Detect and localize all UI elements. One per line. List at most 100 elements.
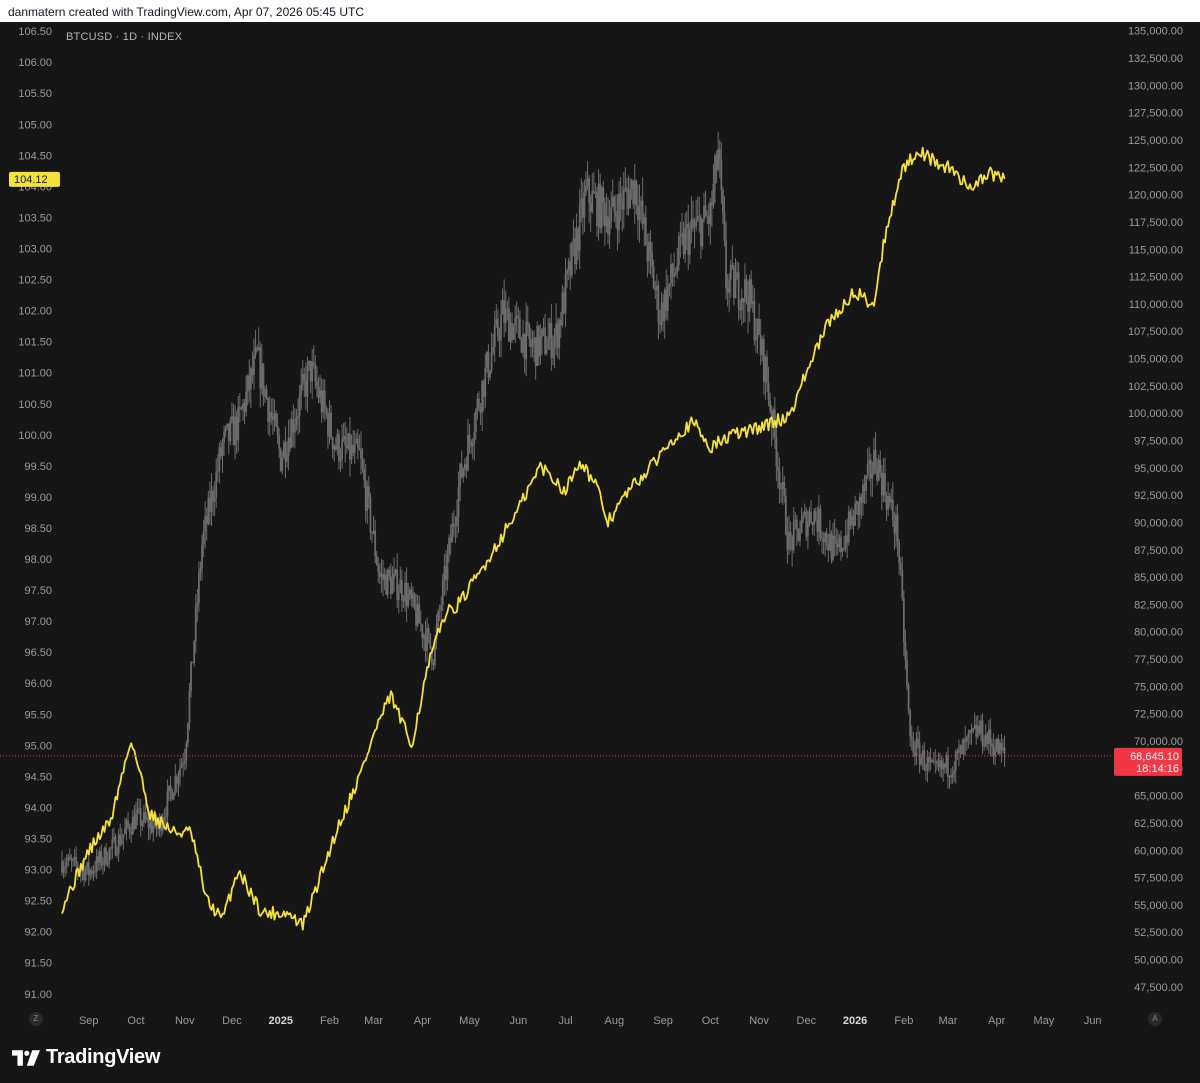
candle-body bbox=[429, 632, 432, 648]
candle-body bbox=[290, 419, 293, 448]
candle-body bbox=[734, 278, 737, 298]
candle-body bbox=[168, 785, 170, 792]
candle-body bbox=[83, 868, 85, 881]
candle-body bbox=[553, 336, 556, 349]
candle-body bbox=[835, 539, 838, 544]
candle-body bbox=[791, 537, 794, 550]
left-tick-label: 103.00 bbox=[18, 243, 52, 255]
candle-body bbox=[314, 364, 317, 382]
candle-body bbox=[814, 511, 817, 520]
candle-body bbox=[386, 569, 389, 595]
candle-body bbox=[637, 205, 639, 221]
price-chart[interactable]: 106.50106.00105.50105.00104.50104.00103.… bbox=[0, 22, 1200, 1035]
candle-body bbox=[816, 519, 819, 533]
candle-body bbox=[840, 536, 842, 552]
candle-body bbox=[446, 553, 449, 580]
candle-body bbox=[509, 322, 512, 342]
candle-body bbox=[520, 338, 523, 353]
candle-body bbox=[638, 206, 641, 221]
candle-body bbox=[847, 511, 850, 543]
candle-body bbox=[525, 321, 528, 360]
candle-body bbox=[733, 265, 735, 298]
candle-body bbox=[235, 416, 238, 441]
candle-body bbox=[605, 216, 608, 227]
candle-body bbox=[679, 235, 682, 237]
candle-body bbox=[485, 351, 488, 368]
candle-body bbox=[742, 298, 745, 303]
candle-body bbox=[852, 515, 855, 526]
candle-body bbox=[260, 363, 263, 389]
candle-body bbox=[98, 851, 101, 863]
candle-body bbox=[298, 394, 301, 416]
candle-body bbox=[426, 627, 428, 651]
right-tick-label: 95,000.00 bbox=[1134, 463, 1183, 475]
candle-body bbox=[959, 744, 962, 750]
candle-body bbox=[204, 516, 207, 532]
right-tick-label: 112,500.00 bbox=[1129, 272, 1183, 284]
candle-body bbox=[366, 486, 369, 511]
candle-body bbox=[962, 739, 965, 755]
candle-body bbox=[308, 361, 310, 367]
candle-body bbox=[106, 863, 109, 865]
candle-body bbox=[500, 314, 502, 341]
left-tick-label: 105.50 bbox=[18, 88, 52, 100]
candle-body bbox=[857, 501, 860, 516]
candle-body bbox=[851, 515, 853, 526]
candle-body bbox=[227, 423, 230, 442]
candle-body bbox=[789, 531, 792, 538]
candle-body bbox=[375, 555, 378, 565]
candle-body bbox=[887, 496, 890, 510]
candle-body bbox=[868, 459, 871, 465]
left-tick-label: 101.50 bbox=[18, 337, 52, 349]
x-tick-label: Dec bbox=[222, 1015, 242, 1027]
candle-body bbox=[714, 155, 716, 184]
candle-body bbox=[599, 183, 602, 229]
candle-body bbox=[698, 215, 701, 218]
candle-body bbox=[676, 265, 679, 273]
candle-body bbox=[641, 200, 644, 225]
candle-body bbox=[284, 442, 287, 462]
candle-body bbox=[95, 856, 98, 872]
candle-body bbox=[844, 535, 847, 549]
candle-body bbox=[942, 763, 945, 770]
scroll-end-button[interactable]: A bbox=[1148, 1012, 1162, 1026]
candle-body bbox=[575, 228, 578, 265]
candle-body bbox=[282, 442, 285, 458]
right-tick-label: 57,500.00 bbox=[1134, 873, 1183, 885]
candle-body bbox=[574, 238, 576, 265]
candle-body bbox=[108, 848, 111, 864]
candle-body bbox=[865, 475, 867, 492]
candle-body bbox=[171, 789, 174, 800]
candle-body bbox=[456, 516, 458, 526]
candle-body bbox=[73, 856, 76, 859]
candle-body bbox=[948, 775, 951, 778]
x-tick-label: Sep bbox=[79, 1015, 99, 1027]
candle-body bbox=[715, 155, 718, 170]
scroll-start-button[interactable]: Z bbox=[29, 1012, 43, 1026]
candle-body bbox=[947, 755, 949, 778]
candle-body bbox=[205, 516, 208, 524]
candle-body bbox=[943, 763, 946, 768]
footer bbox=[0, 1035, 1200, 1083]
candle-body bbox=[141, 823, 144, 826]
candle-body bbox=[193, 641, 196, 664]
right-tick-label: 107,500.00 bbox=[1128, 326, 1183, 338]
candle-body bbox=[624, 187, 627, 190]
candle-body bbox=[690, 219, 693, 230]
candle-body bbox=[94, 871, 96, 873]
candle-body bbox=[1002, 747, 1004, 750]
candle-body bbox=[452, 523, 455, 527]
candle-body bbox=[495, 318, 498, 326]
left-tick-label: 102.50 bbox=[18, 275, 52, 287]
candle-body bbox=[806, 522, 809, 537]
symbol-legend[interactable]: BTCUSD · 1D · INDEX bbox=[66, 31, 182, 43]
candle-body bbox=[449, 537, 452, 543]
candle-body bbox=[194, 606, 197, 642]
candle-body bbox=[68, 856, 71, 860]
candle-body bbox=[512, 325, 515, 340]
candle-body bbox=[490, 352, 493, 371]
candle-body bbox=[547, 337, 550, 350]
candle-body bbox=[797, 528, 800, 541]
candle-body bbox=[924, 769, 927, 771]
candle-body bbox=[633, 180, 636, 205]
